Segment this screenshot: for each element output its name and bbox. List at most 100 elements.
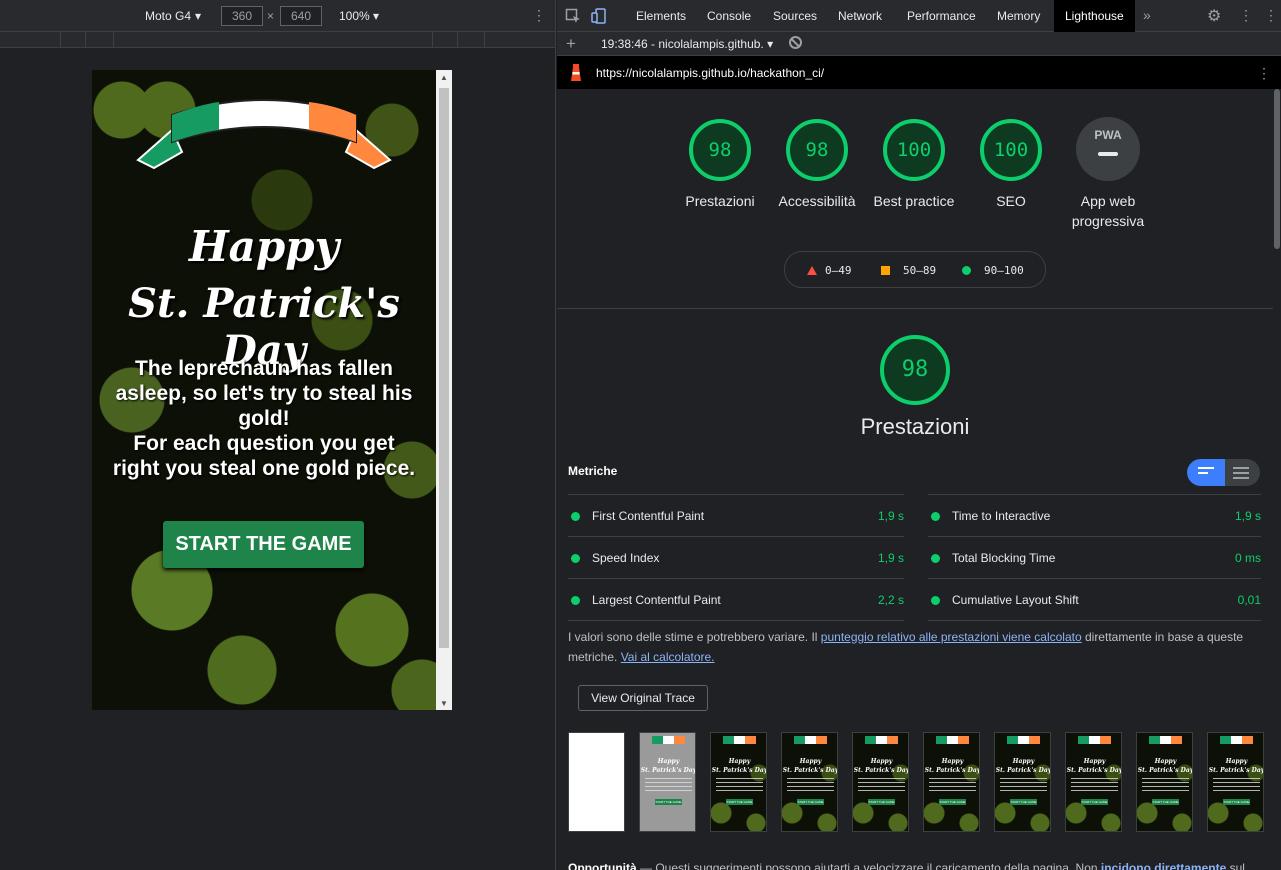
frame-text — [929, 778, 976, 794]
metric-name: First Contentful Paint — [592, 509, 705, 523]
score-gauge-seo[interactable]: 100 — [978, 117, 1044, 183]
height-input[interactable]: 640 — [280, 6, 322, 26]
zoom-value: 100% — [339, 9, 370, 23]
score-gauge-accessibility[interactable]: 98 — [784, 117, 850, 183]
report-select[interactable]: 19:38:46 - nicolalampis.github. ▾ — [601, 37, 773, 51]
frame-title: Happy St. Patrick's Day — [782, 757, 837, 775]
intro-line2: For each question you get right you stea… — [112, 432, 416, 480]
metric-value: 2,2 s — [877, 593, 904, 607]
media-query-ruler[interactable] — [0, 32, 555, 48]
metric-name: Total Blocking Time — [952, 551, 1056, 565]
new-report-icon[interactable]: + — [566, 34, 576, 54]
divider — [568, 620, 904, 621]
view-trace-button[interactable]: View Original Trace — [578, 685, 708, 711]
filmstrip-frame: Happy St. Patrick's Day START THE GAME — [1065, 732, 1122, 832]
pwa-label: App web progressiva — [1058, 191, 1158, 231]
score-label: Prestazioni — [685, 193, 755, 209]
metric-value: 1,9 s — [877, 509, 904, 523]
report-menu-icon[interactable]: ⋮ — [1257, 65, 1271, 82]
flag-banner — [936, 736, 969, 744]
device-name: Moto G4 — [145, 9, 192, 23]
intro-text: The leprechaun has fallen asleep, so let… — [108, 356, 420, 481]
customize-menu-icon[interactable]: ⋮ — [1239, 7, 1253, 24]
frame-title: Happy St. Patrick's Day — [711, 757, 766, 775]
score-value: 98 — [805, 139, 829, 161]
metric-value: 1,9 s — [1234, 509, 1261, 523]
zoom-select[interactable]: 100% ▾ — [339, 9, 379, 23]
scrollbar-thumb[interactable] — [1274, 89, 1280, 249]
calculator-link[interactable]: Vai al calcolatore. — [621, 650, 715, 664]
filmstrip: Happy St. Patrick's Day START THE GAME Ha… — [568, 732, 1268, 832]
frame-text — [645, 778, 692, 794]
tab-lighthouse[interactable]: Lighthouse — [1054, 0, 1135, 32]
start-game-button[interactable]: START THE GAME — [163, 521, 364, 568]
inspect-element-icon[interactable] — [565, 8, 581, 24]
opportunities-link[interactable]: incidono direttamente — [1101, 861, 1226, 870]
device-toolbar: Moto G4 ▾ 360 × 640 100% ▾ ⋮ — [0, 0, 555, 32]
pwa-badge[interactable]: PWA — [1076, 117, 1140, 181]
frame-button: START THE GAME — [1081, 799, 1108, 805]
opportunities-heading: Opportunità — [568, 861, 637, 870]
frame-title-1: Happy — [1083, 758, 1106, 765]
legend-average-label: 50–89 — [903, 264, 937, 277]
close-icon[interactable]: ⋮ — [1264, 7, 1278, 24]
triangle-icon — [807, 266, 817, 275]
filmstrip-frame: Happy St. Patrick's Day START THE GAME — [1136, 732, 1193, 832]
scrollbar-thumb[interactable] — [439, 88, 449, 648]
devtools-panel: Elements Console Sources Network Perform… — [557, 0, 1281, 870]
frame-title: Happy St. Patrick's Day — [995, 757, 1050, 775]
score-calculation-link[interactable]: punteggio relativo alle prestazioni vien… — [821, 630, 1082, 644]
clear-reports-icon[interactable] — [789, 36, 802, 49]
device-emulation-pane: Moto G4 ▾ 360 × 640 100% ▾ ⋮ Happy St. P… — [0, 0, 556, 870]
opportunities-text: — Questi suggerimenti possono aiutarti a… — [636, 861, 1101, 870]
tab-sources[interactable]: Sources — [773, 9, 817, 23]
pass-dot-icon — [931, 554, 940, 563]
expanded-view-icon[interactable] — [1233, 467, 1249, 482]
frame-title-2: St. Patrick's Day — [853, 767, 909, 774]
pwa-label-line1: App web — [1080, 193, 1136, 209]
frame-title: Happy St. Patrick's Day — [853, 757, 909, 775]
filmstrip-frame: Happy St. Patrick's Day START THE GAME — [994, 732, 1051, 832]
more-tabs-icon[interactable]: » — [1143, 7, 1151, 23]
device-toolbar-icon[interactable] — [591, 8, 607, 24]
flag-banner — [1078, 736, 1111, 744]
opportunities-section: Opportunità — Questi suggerimenti posson… — [568, 861, 1268, 870]
tab-performance[interactable]: Performance — [907, 9, 976, 23]
scroll-down-icon[interactable]: ▼ — [440, 699, 448, 708]
legend-pass-label: 90–100 — [984, 264, 1024, 277]
metrics-view-toggle[interactable] — [1187, 459, 1260, 486]
score-gauge-performance[interactable]: 98 — [687, 117, 753, 183]
tab-memory[interactable]: Memory — [997, 9, 1040, 23]
device-more-icon[interactable]: ⋮ — [532, 7, 546, 24]
lighthouse-logo-icon — [571, 64, 581, 81]
tab-network[interactable]: Network — [838, 9, 882, 23]
width-input[interactable]: 360 — [221, 6, 263, 26]
tab-console[interactable]: Console — [707, 9, 751, 23]
tab-elements[interactable]: Elements — [636, 9, 686, 23]
legend-pass: 90–100 — [962, 264, 1024, 277]
device-select[interactable]: Moto G4 ▾ — [145, 9, 201, 23]
filmstrip-frame: Happy St. Patrick's Day START THE GAME — [710, 732, 767, 832]
metrics-note: I valori sono delle stime e potrebbero v… — [568, 627, 1258, 667]
frame-title-2: St. Patrick's Day — [1137, 767, 1193, 774]
frame-button: START THE GAME — [655, 799, 682, 805]
frame-button: START THE GAME — [868, 799, 895, 805]
frame-text — [1213, 778, 1260, 794]
devtools-window: Moto G4 ▾ 360 × 640 100% ▾ ⋮ Happy St. P… — [0, 0, 1281, 870]
pass-dot-icon — [571, 554, 580, 563]
times-icon: × — [267, 9, 275, 23]
frame-title-2: St. Patrick's Day — [1066, 767, 1122, 774]
report-scrollbar[interactable] — [1273, 89, 1281, 870]
score-label: Best practice — [873, 193, 955, 209]
scroll-up-icon[interactable]: ▲ — [440, 73, 448, 82]
pass-dot-icon — [931, 512, 940, 521]
frame-text — [716, 778, 763, 794]
frame-button: START THE GAME — [797, 799, 824, 805]
frame-button: START THE GAME — [939, 799, 966, 805]
page-scrollbar[interactable]: ▲ ▼ — [436, 70, 452, 710]
score-gauge-best-practices[interactable]: 100 — [881, 117, 947, 183]
gear-icon[interactable]: ⚙ — [1207, 6, 1221, 26]
square-icon — [881, 266, 890, 275]
compact-view-icon[interactable] — [1198, 467, 1214, 477]
report-url-bar: https://nicolalampis.github.io/hackathon… — [557, 56, 1281, 89]
